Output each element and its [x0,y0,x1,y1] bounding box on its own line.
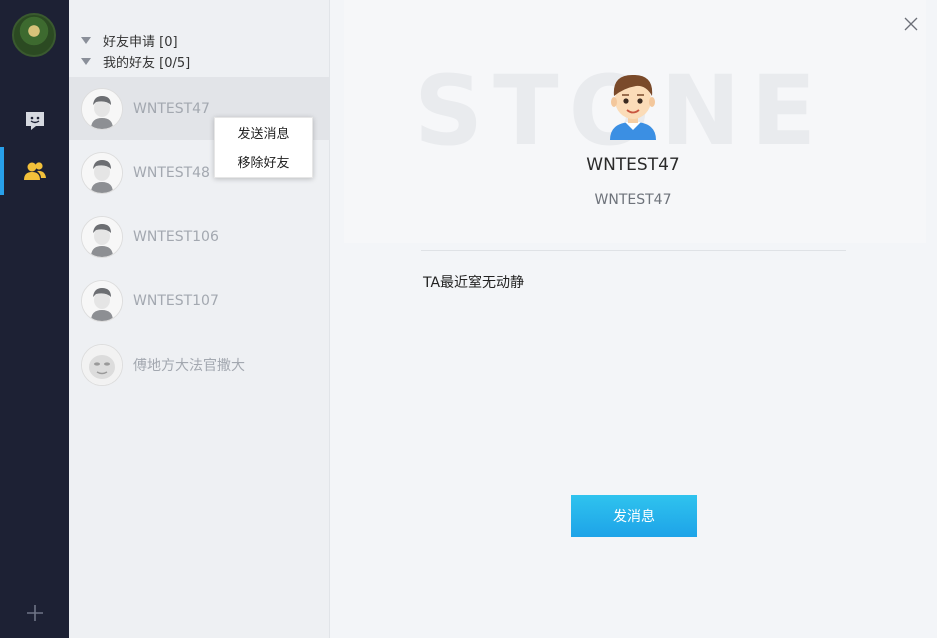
cartoon-avatar-icon [82,344,122,385]
expand-triangle-icon [81,36,91,44]
profile-id: WNTEST47 [594,192,672,208]
left-rail [0,0,69,638]
friend-name: WNTEST48 [133,164,210,181]
divider [421,250,846,251]
menu-item-send-message[interactable]: 发送消息 [215,120,312,149]
friend-avatar [81,87,123,130]
friend-name: WNTEST107 [133,292,219,309]
plus-icon [27,605,43,621]
user-avatar-icon [82,88,122,129]
group-label: 我的好友 [0/5] [103,55,191,71]
send-message-button[interactable]: 发消息 [571,495,697,537]
nav-messages[interactable] [0,97,69,145]
friend-name: WNTEST106 [133,228,219,245]
friends-icon [23,162,46,180]
profile-name: WNTEST47 [586,155,680,175]
close-icon [904,17,918,31]
profile-avatar [596,66,670,140]
group-label: 好友申请 [0] [103,34,178,50]
close-button[interactable] [904,16,920,32]
friend-name: 傅地方大法官撒大 [133,357,245,374]
user-avatar-icon [82,152,122,193]
chat-icon [25,112,44,130]
user-avatar-icon [82,216,122,257]
expand-triangle-icon [81,57,91,65]
context-menu: 发送消息 移除好友 [214,117,313,178]
friend-avatar [81,343,123,386]
profile-status: TA最近窒无动静 [423,275,525,291]
add-button[interactable] [22,600,48,626]
my-avatar[interactable] [12,13,56,57]
friend-item[interactable]: WNTEST106 [69,205,329,268]
group-friend-requests[interactable]: 好友申请 [0] [81,30,178,50]
friend-avatar [81,151,123,194]
boy-avatar-icon [610,74,656,140]
nav-friends[interactable] [0,147,69,195]
friend-item[interactable]: WNTEST107 [69,269,329,332]
friends-panel: 好友申请 [0] 我的好友 [0/5] WNTEST47 WNTEST48 WN… [69,0,330,638]
menu-item-remove-friend[interactable]: 移除好友 [215,149,312,178]
friend-avatar [81,279,123,322]
friend-name: WNTEST47 [133,100,210,117]
friend-item[interactable]: 傅地方大法官撒大 [69,333,329,396]
group-my-friends[interactable]: 我的好友 [0/5] [81,51,190,71]
friend-avatar [81,215,123,258]
user-avatar-icon [82,280,122,321]
